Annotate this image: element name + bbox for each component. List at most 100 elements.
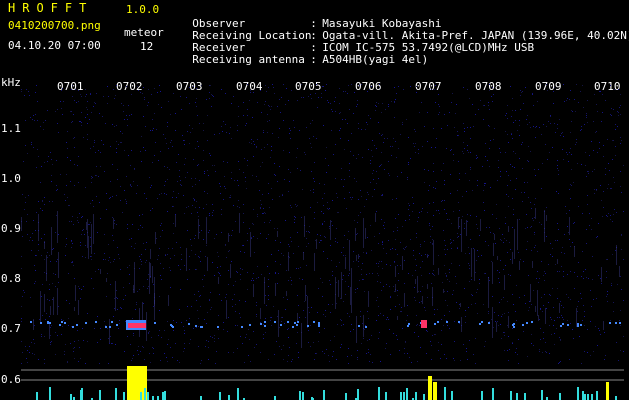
level-bar <box>510 391 512 400</box>
noise-pixel <box>545 342 546 343</box>
noise-pixel <box>408 273 409 274</box>
noise-pixel <box>114 259 115 260</box>
noise-pixel <box>284 323 285 324</box>
noise-streak <box>305 285 306 301</box>
noise-streak <box>49 322 50 339</box>
noise-pixel <box>136 193 137 194</box>
noise-pixel <box>332 356 333 357</box>
level-bar <box>164 391 166 400</box>
noise-pixel <box>176 242 177 243</box>
noise-pixel <box>99 363 100 364</box>
noise-pixel <box>528 146 529 147</box>
noise-pixel <box>623 259 624 260</box>
noise-pixel <box>306 265 307 266</box>
noise-pixel <box>492 101 493 102</box>
noise-pixel <box>168 101 169 102</box>
noise-pixel <box>295 217 296 218</box>
noise-pixel <box>488 311 489 312</box>
noise-pixel <box>353 329 354 330</box>
noise-pixel <box>72 216 73 217</box>
noise-pixel <box>116 195 117 196</box>
noise-pixel <box>459 323 460 324</box>
noise-pixel <box>133 181 134 182</box>
noise-pixel <box>21 363 22 364</box>
noise-pixel <box>422 208 423 209</box>
level-bar <box>219 392 221 400</box>
noise-pixel <box>550 317 551 318</box>
noise-pixel <box>560 340 561 341</box>
noise-pixel <box>592 279 593 280</box>
noise-pixel <box>235 304 236 305</box>
noise-pixel <box>470 169 471 170</box>
noise-pixel <box>291 284 292 285</box>
noise-pixel <box>559 317 560 318</box>
noise-pixel <box>245 177 246 178</box>
noise-pixel <box>555 240 556 241</box>
noise-pixel <box>137 291 138 292</box>
noise-pixel <box>116 141 117 142</box>
noise-pixel <box>285 309 286 310</box>
noise-pixel <box>167 122 168 123</box>
noise-pixel <box>95 103 96 104</box>
noise-pixel <box>335 144 336 145</box>
noise-pixel <box>429 225 430 226</box>
noise-pixel <box>152 208 153 209</box>
noise-pixel <box>122 133 123 134</box>
noise-pixel <box>570 246 571 247</box>
noise-pixel <box>347 123 348 124</box>
noise-pixel <box>271 317 272 318</box>
noise-pixel <box>369 89 370 90</box>
noise-streak <box>253 284 254 297</box>
noise-pixel <box>401 311 402 312</box>
noise-pixel <box>201 85 202 86</box>
noise-pixel <box>119 320 120 321</box>
noise-pixel <box>510 86 511 87</box>
noise-pixel <box>206 323 207 324</box>
noise-pixel <box>120 307 121 308</box>
noise-pixel <box>449 281 450 282</box>
noise-pixel <box>203 150 204 151</box>
noise-pixel <box>507 350 508 351</box>
noise-pixel <box>141 261 142 262</box>
noise-pixel <box>621 289 622 290</box>
noise-pixel <box>571 121 572 122</box>
noise-pixel <box>187 306 188 307</box>
info-row-antenna: Receiving antenna: A504HB(yagi 4el) <box>192 53 429 66</box>
noise-pixel <box>148 274 149 275</box>
noise-pixel <box>279 99 280 100</box>
noise-pixel <box>479 283 480 284</box>
noise-pixel <box>85 187 86 188</box>
noise-pixel <box>269 273 270 274</box>
noise-pixel <box>313 192 314 193</box>
noise-pixel <box>433 215 434 216</box>
noise-pixel <box>141 161 142 162</box>
noise-pixel <box>105 325 106 326</box>
noise-pixel <box>341 252 342 253</box>
noise-pixel <box>288 328 289 329</box>
noise-pixel <box>130 185 131 186</box>
noise-pixel <box>385 109 386 110</box>
level-bar <box>403 392 405 400</box>
noise-pixel <box>281 321 282 322</box>
noise-pixel <box>508 312 509 313</box>
noise-pixel <box>257 139 258 140</box>
noise-pixel <box>238 106 239 107</box>
noise-pixel <box>112 235 113 236</box>
noise-pixel <box>483 304 484 305</box>
noise-streak <box>335 277 336 309</box>
noise-pixel <box>197 115 198 116</box>
noise-pixel <box>89 119 90 120</box>
noise-pixel <box>512 328 513 329</box>
noise-pixel <box>609 170 610 171</box>
noise-pixel <box>269 207 270 208</box>
noise-pixel <box>515 120 516 121</box>
noise-pixel <box>246 123 247 124</box>
noise-pixel <box>457 248 458 249</box>
noise-pixel <box>139 289 140 290</box>
noise-pixel <box>74 164 75 165</box>
noise-pixel <box>515 311 516 312</box>
noise-pixel <box>606 259 607 260</box>
noise-pixel <box>36 167 37 168</box>
noise-pixel <box>323 125 324 126</box>
noise-pixel <box>106 209 107 210</box>
